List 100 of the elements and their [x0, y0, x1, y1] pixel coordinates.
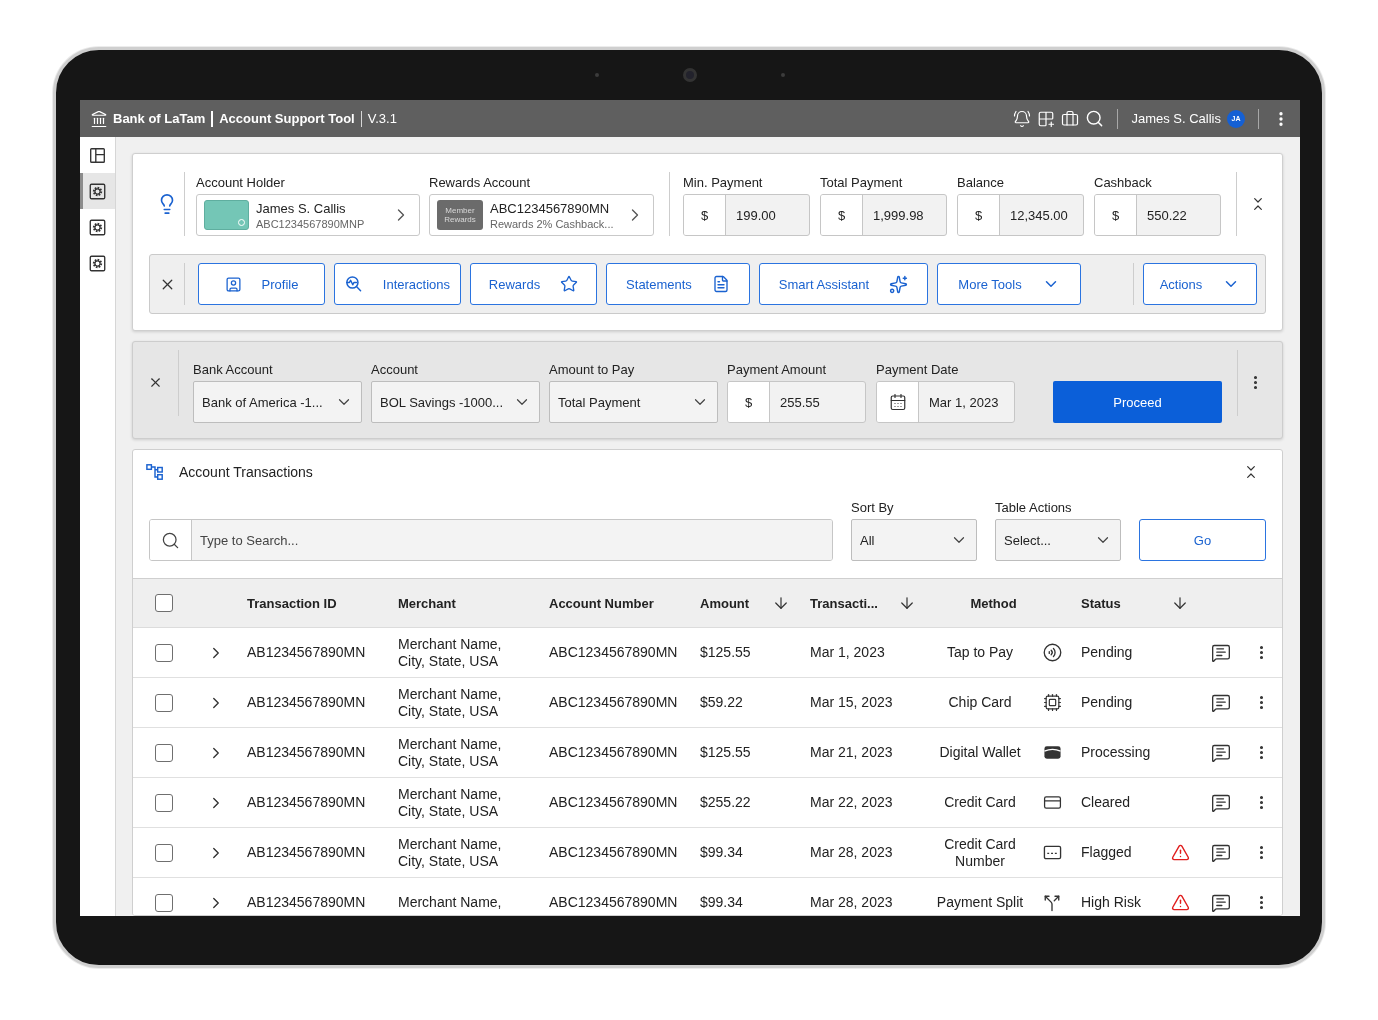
card-number-icon [1043, 843, 1062, 862]
go-button[interactable]: Go [1139, 519, 1266, 561]
row-checkbox[interactable] [155, 643, 173, 662]
tool-button[interactable]: Smart Assistant [759, 263, 928, 305]
document-icon [711, 275, 730, 293]
user-name: James S. Callis [1131, 111, 1221, 126]
sort-arrow-icon[interactable] [1171, 594, 1189, 612]
dropdown-field[interactable]: BOL Savings -1000... [371, 381, 540, 423]
tool-button[interactable]: Interactions [334, 263, 461, 305]
comment-icon[interactable] [1211, 742, 1231, 763]
field-label: Rewards Account [429, 174, 532, 191]
amount-value: 255.55 [779, 393, 821, 412]
rewards-account-number: ABC1234567890MN [490, 200, 611, 216]
search-icon[interactable] [1085, 109, 1105, 128]
column-header: Account Number [549, 595, 654, 611]
transaction-date: Mar 1, 2023 [810, 644, 885, 661]
layout-panel-icon [89, 146, 106, 164]
user-card-icon [224, 275, 242, 293]
transaction-status: Flagged [1081, 844, 1132, 861]
briefcase-icon[interactable] [1061, 109, 1080, 128]
merchant-name: Merchant Name, City, State, USA [398, 635, 503, 670]
payment-method: Chip Card [947, 694, 1013, 711]
transaction-date: Mar 28, 2023 [810, 844, 893, 861]
field-label: Balance [957, 174, 1005, 191]
sort-arrow-icon[interactable] [772, 594, 790, 612]
amount-field[interactable]: $ 255.55 [727, 381, 866, 423]
dropdown-field[interactable]: Bank of America -1... [193, 381, 362, 423]
comment-icon[interactable] [1211, 792, 1231, 813]
search-icon[interactable] [161, 530, 180, 550]
row-checkbox[interactable] [155, 693, 173, 712]
field-label: Total Payment [820, 174, 904, 191]
account-number: ABC1234567890MN [549, 894, 678, 911]
rewards-badge: Member Rewards [437, 200, 483, 230]
transaction-date: Mar 22, 2023 [810, 794, 893, 811]
bank-icon [90, 109, 108, 128]
payment-method: Payment Split [935, 894, 1025, 911]
account-number: ABC1234567890MN [549, 744, 678, 761]
currency-prefix: $ [821, 195, 863, 235]
amount: $255.22 [700, 794, 751, 811]
alarm-bell-icon[interactable] [1013, 109, 1032, 128]
amount: $59.22 [700, 694, 743, 711]
amount: $99.34 [700, 844, 743, 861]
transaction-id: AB1234567890MN [247, 844, 366, 861]
payment-method: Tap to Pay [945, 644, 1015, 661]
date-field[interactable]: Mar 1, 2023 [876, 381, 1015, 423]
account-holder-selector[interactable]: James S. Callis ABC1234567890MNP [196, 194, 420, 236]
select-all-checkbox[interactable] [155, 594, 173, 612]
app-title: Account Support Tool [219, 111, 355, 126]
field-label: Payment Amount [727, 361, 827, 378]
column-header: Method [970, 595, 1017, 611]
contactless-icon [1043, 643, 1062, 662]
field-label: Account [371, 361, 419, 378]
dropdown-field[interactable]: Total Payment [549, 381, 718, 423]
amount: $125.55 [700, 744, 751, 761]
tool-button[interactable]: Statements [606, 263, 750, 305]
sidebar-item[interactable] [80, 173, 115, 209]
settings-icon [89, 182, 106, 200]
comment-icon[interactable] [1211, 892, 1231, 913]
row-checkbox[interactable] [155, 743, 173, 762]
actions-button[interactable]: Actions [1143, 263, 1257, 305]
search-field[interactable]: Type to Search... [149, 519, 833, 561]
transaction-id: AB1234567890MN [247, 794, 366, 811]
amount-value: 12,345.00 [1009, 206, 1069, 225]
camera-icon [683, 68, 697, 82]
merchant-name: Merchant Name, [398, 894, 502, 911]
section-title: Account Transactions [179, 464, 313, 480]
table-actions-dropdown[interactable]: Select... [995, 519, 1121, 561]
account-number: ABC1234567890MN [549, 844, 678, 861]
tool-button[interactable]: Rewards [470, 263, 597, 305]
rewards-account-selector[interactable]: Member Rewards ABC1234567890MN Rewards 2% Cashback... [429, 194, 654, 236]
wallet-icon [1043, 743, 1062, 762]
currency-prefix: $ [728, 382, 770, 422]
comment-icon[interactable] [1211, 692, 1231, 713]
sensor-dot-icon [781, 73, 785, 77]
calendar-icon[interactable] [888, 393, 907, 411]
proceed-button[interactable]: Proceed [1053, 381, 1222, 423]
close-icon[interactable] [148, 375, 163, 390]
payment-method: Credit Card [943, 794, 1017, 811]
comment-icon[interactable] [1211, 842, 1231, 863]
tool-button[interactable]: Profile [198, 263, 325, 305]
account-number: ABC1234567890MN [549, 694, 678, 711]
field-label: Account Holder [196, 174, 286, 191]
field-label: Sort By [851, 499, 895, 516]
tool-button[interactable]: More Tools [937, 263, 1081, 305]
row-checkbox[interactable] [155, 843, 173, 862]
field-label: Table Actions [995, 499, 1073, 516]
sort-dropdown[interactable]: All [851, 519, 977, 561]
chip-icon [1043, 693, 1062, 712]
settings-icon [89, 218, 106, 236]
comment-icon[interactable] [1211, 642, 1231, 663]
split-arrows-icon [1043, 893, 1061, 912]
add-widget-icon[interactable] [1037, 109, 1056, 128]
row-checkbox[interactable] [155, 793, 173, 812]
field-label: Bank Account [193, 361, 274, 378]
transaction-id: AB1234567890MN [247, 744, 366, 761]
holder-account-number: ABC1234567890MNP [256, 217, 366, 230]
sort-arrow-icon[interactable] [898, 594, 916, 612]
row-checkbox[interactable] [155, 893, 173, 912]
pulse-search-icon [345, 275, 363, 293]
credit-card-icon [1043, 793, 1062, 812]
